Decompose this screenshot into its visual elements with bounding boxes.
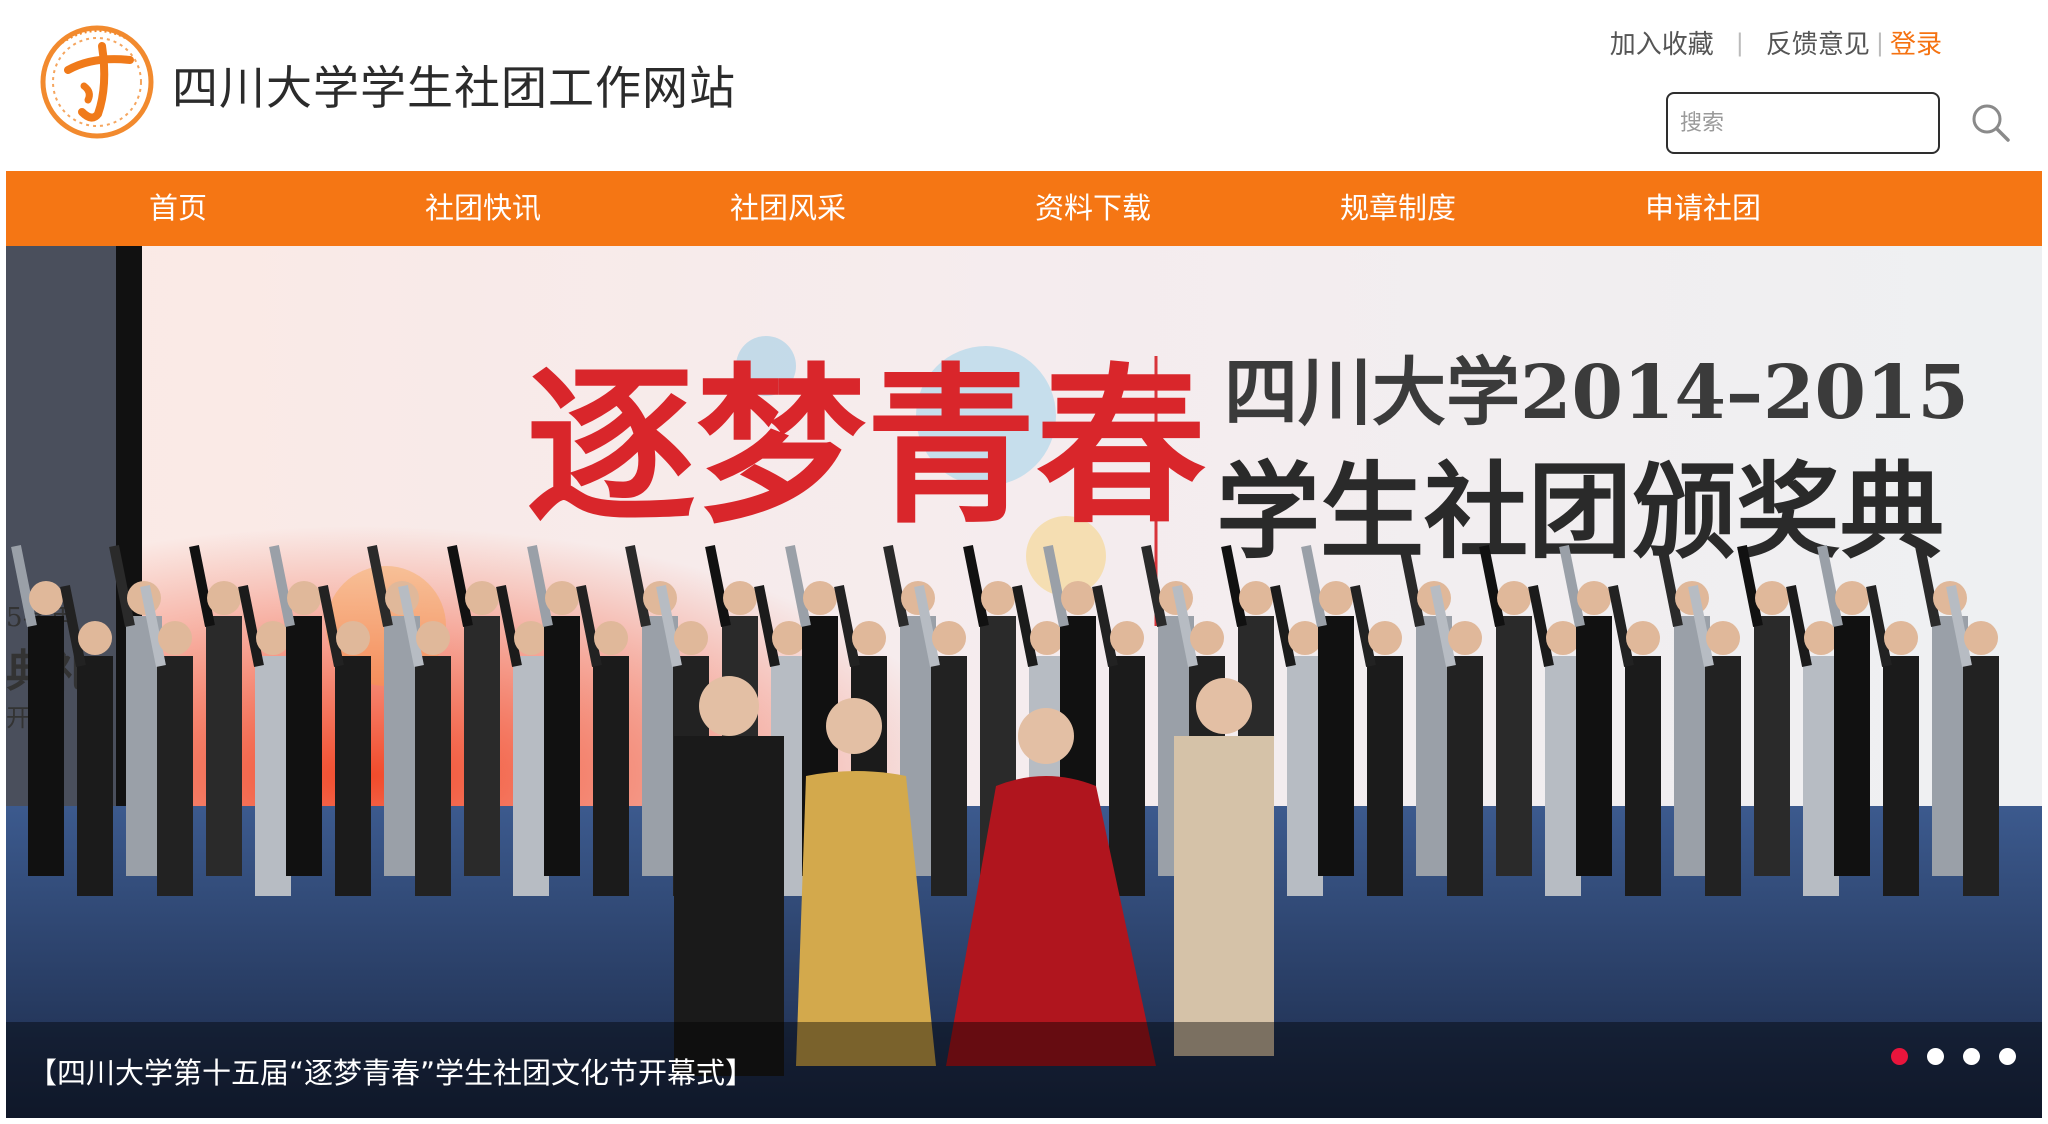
performer-head — [465, 581, 499, 615]
performer-head — [1884, 621, 1918, 655]
nav-item-home[interactable]: 首页 — [78, 171, 278, 246]
nav-item-regulations[interactable]: 规章制度 — [1298, 171, 1498, 246]
performer — [157, 656, 193, 896]
performer — [286, 616, 322, 876]
performer — [206, 616, 242, 876]
performer — [1545, 656, 1581, 896]
screen-calligraphy: 逐梦青春 — [526, 347, 1206, 547]
carousel-dot[interactable] — [1927, 1048, 1944, 1065]
performer-head — [1577, 581, 1611, 615]
performer-head — [256, 621, 290, 655]
screen-line-2: 学生社团颁奖典 — [1216, 450, 1944, 573]
performer-head — [674, 621, 708, 655]
performer-head — [514, 621, 548, 655]
carousel-dot[interactable] — [1963, 1048, 1980, 1065]
performer-head — [1110, 621, 1144, 655]
performer — [255, 656, 291, 896]
performer — [931, 656, 967, 896]
performer-head — [1755, 581, 1789, 615]
performer — [1576, 616, 1612, 876]
performer-head — [1368, 621, 1402, 655]
top-links: 加入收藏 | 反馈意见 | 登录 — [1610, 24, 1942, 61]
bookmark-link[interactable]: 加入收藏 — [1610, 24, 1714, 61]
performer-head — [207, 581, 241, 615]
nav-item-club-showcase[interactable]: 社团风采 — [688, 171, 888, 246]
performer-head — [1964, 621, 1998, 655]
screen-line-1: 四川大学2014–2015 — [1224, 350, 1969, 436]
performer-head — [1061, 581, 1095, 615]
performer — [1883, 656, 1919, 896]
performer-head — [594, 621, 628, 655]
carousel-dot[interactable] — [1891, 1048, 1908, 1065]
hero-carousel[interactable]: 逐梦青春 四川大学2014–2015 学生社团颁奖典 5学年 典礼 开幕 【四川… — [6, 246, 2042, 1118]
performer-head — [545, 581, 579, 615]
performer — [1754, 616, 1790, 876]
performer-head — [416, 621, 450, 655]
performer — [513, 656, 549, 896]
performer-head — [723, 581, 757, 615]
opening-ceremony-photo: 逐梦青春 四川大学2014–2015 学生社团颁奖典 5学年 典礼 开幕 — [6, 246, 2042, 1118]
nav-item-apply-club[interactable]: 申请社团 — [1603, 171, 1803, 246]
search-icon[interactable] — [1968, 100, 2014, 146]
nav-item-club-news[interactable]: 社团快讯 — [383, 171, 583, 246]
performer — [415, 656, 451, 896]
performer — [28, 616, 64, 876]
performer-head — [336, 621, 370, 655]
separator: | — [1735, 28, 1744, 57]
feedback-link[interactable]: 反馈意见 — [1766, 24, 1870, 61]
performer-head — [1804, 621, 1838, 655]
performer-head — [78, 621, 112, 655]
login-link[interactable]: 登录 — [1890, 24, 1942, 61]
carousel-dot[interactable] — [1999, 1048, 2016, 1065]
performer-head — [158, 621, 192, 655]
main-nav: 首页 社团快讯 社团风采 资料下载 规章制度 申请社团 — [6, 171, 2042, 246]
performer-head — [1497, 581, 1531, 615]
carousel-caption-bar: 【四川大学第十五届“逐梦青春”学生社团文化节开幕式】 — [6, 1022, 2042, 1118]
performer — [335, 656, 371, 896]
performer-head — [1319, 581, 1353, 615]
performer — [1287, 656, 1323, 896]
performer — [1625, 656, 1661, 896]
performer-head — [772, 621, 806, 655]
performer — [1834, 616, 1870, 876]
performer-head — [1626, 621, 1660, 655]
performer-head — [1546, 621, 1580, 655]
performer — [77, 656, 113, 896]
performer-head — [1288, 621, 1322, 655]
performer-head — [1239, 581, 1273, 615]
performer — [1367, 656, 1403, 896]
performer-head — [852, 621, 886, 655]
performer — [1803, 656, 1839, 896]
performer — [593, 656, 629, 896]
performer-head — [1835, 581, 1869, 615]
performer-head — [1190, 621, 1224, 655]
performer-head — [29, 581, 63, 615]
site-title: 四川大学学生社团工作网站 — [172, 61, 736, 115]
performer — [1963, 656, 1999, 896]
performer — [544, 616, 580, 876]
performer-head — [932, 621, 966, 655]
performer-head — [1448, 621, 1482, 655]
nav-item-downloads[interactable]: 资料下载 — [993, 171, 1193, 246]
performer-head — [287, 581, 321, 615]
performer — [1705, 656, 1741, 896]
separator: | — [1875, 28, 1884, 57]
performer — [1109, 656, 1145, 896]
performer — [1318, 616, 1354, 876]
performer-head — [1706, 621, 1740, 655]
carousel-dots — [1891, 1048, 2016, 1065]
performer-head — [803, 581, 837, 615]
search-input[interactable] — [1666, 92, 1940, 154]
slide-caption[interactable]: 【四川大学第十五届“逐梦青春”学生社团文化节开幕式】 — [28, 1050, 754, 1092]
performer — [464, 616, 500, 876]
performer-head — [981, 581, 1015, 615]
performer-head — [1030, 621, 1064, 655]
performer — [1496, 616, 1532, 876]
performer — [1447, 656, 1483, 896]
club-federation-logo[interactable] — [38, 16, 156, 144]
site-header: 四川大学学生社团工作网站 加入收藏 | 反馈意见 | 登录 — [0, 0, 2048, 170]
